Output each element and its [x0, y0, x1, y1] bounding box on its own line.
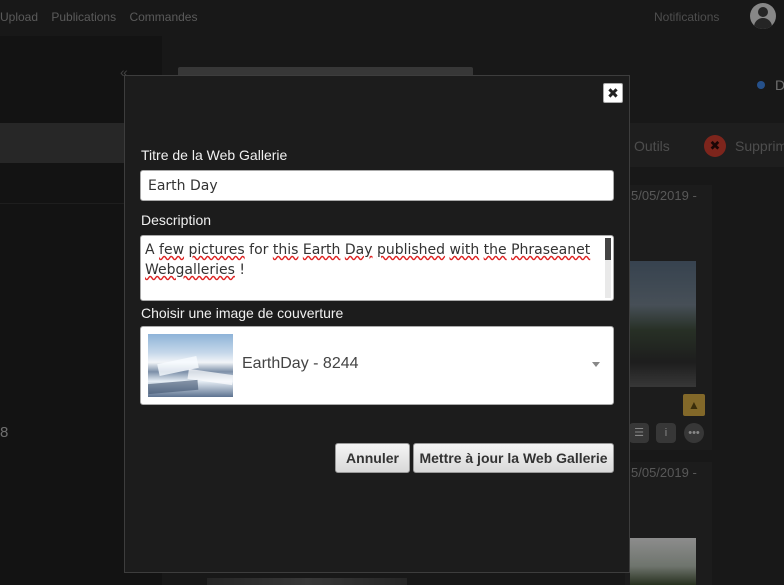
desc-word: published [376, 242, 446, 258]
desc-word: pictures [188, 242, 245, 258]
desc-word: with [449, 242, 480, 258]
close-button[interactable]: ✖ [603, 83, 623, 103]
desc-word: Earth [302, 242, 341, 258]
cancel-button[interactable]: Annuler [335, 443, 410, 473]
cover-image-select[interactable]: EarthDay - 8244 [140, 326, 614, 405]
cover-thumbnail [148, 334, 233, 397]
cover-label: Choisir une image de couverture [141, 305, 344, 321]
desc-word: the [483, 242, 507, 258]
desc-word: A [145, 242, 155, 258]
desc-word: this [272, 242, 299, 258]
chevron-down-icon[interactable] [592, 362, 600, 367]
title-label: Titre de la Web Gallerie [141, 147, 288, 163]
title-field[interactable]: Earth Day [140, 170, 614, 201]
desc-word: Webgalleries [145, 262, 235, 278]
desc-word: Day [344, 242, 373, 258]
edit-webgallery-dialog: ✖ Titre de la Web Gallerie Earth Day Des… [124, 75, 630, 573]
desc-word: ! [239, 262, 246, 278]
description-field[interactable]: A few pictures for this Earth Day publis… [140, 235, 614, 301]
desc-word: for [249, 242, 269, 258]
cover-selected-value: EarthDay - 8244 [242, 355, 359, 372]
desc-word: Phraseanet [511, 242, 591, 258]
update-gallery-button[interactable]: Mettre à jour la Web Gallerie [413, 443, 614, 473]
description-label: Description [141, 212, 212, 228]
description-scrollbar[interactable] [605, 238, 611, 298]
desc-word: few [159, 242, 185, 258]
